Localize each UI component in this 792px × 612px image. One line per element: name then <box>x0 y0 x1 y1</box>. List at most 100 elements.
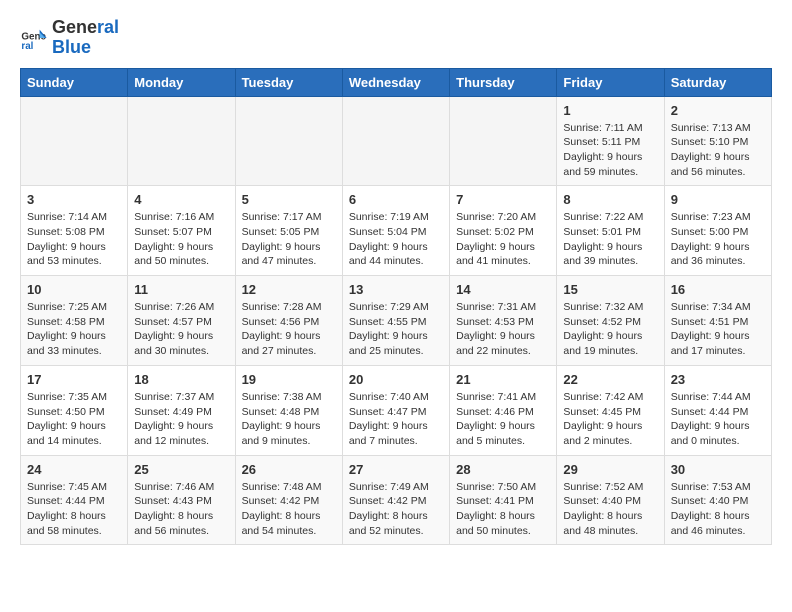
calendar-table: SundayMondayTuesdayWednesdayThursdayFrid… <box>20 68 772 546</box>
day-number: 22 <box>563 372 657 387</box>
day-info: Sunrise: 7:23 AM Sunset: 5:00 PM Dayligh… <box>671 210 765 269</box>
calendar-cell: 15Sunrise: 7:32 AM Sunset: 4:52 PM Dayli… <box>557 276 664 366</box>
weekday-header: Saturday <box>664 68 771 96</box>
calendar-week-row: 24 Sunrise: 7:45 AM Sunset: 4:44 PM Dayli… <box>21 455 772 545</box>
day-info: Sunrise: 7:42 AM Sunset: 4:45 PM Dayligh… <box>563 390 657 449</box>
day-info: Sunrise: 7:22 AM Sunset: 5:01 PM Dayligh… <box>563 210 657 269</box>
calendar-cell: 11 Sunrise: 7:26 AM Sunset: 4:57 PM Dayli… <box>128 276 235 366</box>
calendar-cell: 13Sunrise: 7:29 AM Sunset: 4:55 PM Dayli… <box>342 276 449 366</box>
calendar-cell: 8Sunrise: 7:22 AM Sunset: 5:01 PM Daylig… <box>557 186 664 276</box>
calendar-cell: 7 Sunrise: 7:20 AM Sunset: 5:02 PM Daylig… <box>450 186 557 276</box>
day-info: Sunrise: 7:34 AM Sunset: 4:51 PM Dayligh… <box>671 300 765 359</box>
day-number: 21 <box>456 372 550 387</box>
day-info: Sunrise: 7:45 AM Sunset: 4:44 PM Dayligh… <box>27 480 121 539</box>
calendar-cell: 6Sunrise: 7:19 AM Sunset: 5:04 PM Daylig… <box>342 186 449 276</box>
weekday-header: Thursday <box>450 68 557 96</box>
calendar-cell: 25 Sunrise: 7:46 AM Sunset: 4:43 PM Dayli… <box>128 455 235 545</box>
weekday-header: Monday <box>128 68 235 96</box>
day-number: 25 <box>134 462 228 477</box>
calendar-cell: 23 Sunrise: 7:44 AM Sunset: 4:44 PM Dayli… <box>664 365 771 455</box>
calendar-cell: 10 Sunrise: 7:25 AM Sunset: 4:58 PM Dayli… <box>21 276 128 366</box>
weekday-header: Friday <box>557 68 664 96</box>
day-number: 30 <box>671 462 765 477</box>
day-number: 7 <box>456 192 550 207</box>
day-info: Sunrise: 7:20 AM Sunset: 5:02 PM Dayligh… <box>456 210 550 269</box>
logo-icon: Gene ral <box>20 24 48 52</box>
day-number: 20 <box>349 372 443 387</box>
calendar-week-row: 10 Sunrise: 7:25 AM Sunset: 4:58 PM Dayli… <box>21 276 772 366</box>
svg-text:ral: ral <box>21 41 33 52</box>
calendar-cell: 12 Sunrise: 7:28 AM Sunset: 4:56 PM Dayli… <box>235 276 342 366</box>
day-info: Sunrise: 7:44 AM Sunset: 4:44 PM Dayligh… <box>671 390 765 449</box>
day-number: 12 <box>242 282 336 297</box>
calendar-cell: 29Sunrise: 7:52 AM Sunset: 4:40 PM Dayli… <box>557 455 664 545</box>
calendar-cell: 4Sunrise: 7:16 AM Sunset: 5:07 PM Daylig… <box>128 186 235 276</box>
calendar-cell: 28Sunrise: 7:50 AM Sunset: 4:41 PM Dayli… <box>450 455 557 545</box>
day-info: Sunrise: 7:14 AM Sunset: 5:08 PM Dayligh… <box>27 210 121 269</box>
calendar-cell: 3Sunrise: 7:14 AM Sunset: 5:08 PM Daylig… <box>21 186 128 276</box>
calendar-cell: 17 Sunrise: 7:35 AM Sunset: 4:50 PM Dayli… <box>21 365 128 455</box>
day-number: 23 <box>671 372 765 387</box>
day-number: 24 <box>27 462 121 477</box>
weekday-row: SundayMondayTuesdayWednesdayThursdayFrid… <box>21 68 772 96</box>
calendar-cell: 2Sunrise: 7:13 AM Sunset: 5:10 PM Daylig… <box>664 96 771 186</box>
day-info: Sunrise: 7:53 AM Sunset: 4:40 PM Dayligh… <box>671 480 765 539</box>
calendar-cell <box>235 96 342 186</box>
day-number: 11 <box>134 282 228 297</box>
day-number: 5 <box>242 192 336 207</box>
calendar-cell: 30 Sunrise: 7:53 AM Sunset: 4:40 PM Dayli… <box>664 455 771 545</box>
day-info: Sunrise: 7:29 AM Sunset: 4:55 PM Dayligh… <box>349 300 443 359</box>
calendar-cell: 21 Sunrise: 7:41 AM Sunset: 4:46 PM Dayli… <box>450 365 557 455</box>
day-info: Sunrise: 7:49 AM Sunset: 4:42 PM Dayligh… <box>349 480 443 539</box>
day-number: 17 <box>27 372 121 387</box>
weekday-header: Tuesday <box>235 68 342 96</box>
calendar-cell: 16 Sunrise: 7:34 AM Sunset: 4:51 PM Dayli… <box>664 276 771 366</box>
page-header: Gene ral GeneralBlue <box>0 0 792 68</box>
day-number: 18 <box>134 372 228 387</box>
day-number: 16 <box>671 282 765 297</box>
day-info: Sunrise: 7:46 AM Sunset: 4:43 PM Dayligh… <box>134 480 228 539</box>
day-info: Sunrise: 7:28 AM Sunset: 4:56 PM Dayligh… <box>242 300 336 359</box>
day-info: Sunrise: 7:31 AM Sunset: 4:53 PM Dayligh… <box>456 300 550 359</box>
calendar-cell: 22 Sunrise: 7:42 AM Sunset: 4:45 PM Dayli… <box>557 365 664 455</box>
calendar-header: SundayMondayTuesdayWednesdayThursdayFrid… <box>21 68 772 96</box>
day-info: Sunrise: 7:35 AM Sunset: 4:50 PM Dayligh… <box>27 390 121 449</box>
calendar-cell: 9Sunrise: 7:23 AM Sunset: 5:00 PM Daylig… <box>664 186 771 276</box>
calendar-cell: 24 Sunrise: 7:45 AM Sunset: 4:44 PM Dayli… <box>21 455 128 545</box>
day-info: Sunrise: 7:52 AM Sunset: 4:40 PM Dayligh… <box>563 480 657 539</box>
calendar-cell: 14 Sunrise: 7:31 AM Sunset: 4:53 PM Dayli… <box>450 276 557 366</box>
day-info: Sunrise: 7:48 AM Sunset: 4:42 PM Dayligh… <box>242 480 336 539</box>
day-number: 14 <box>456 282 550 297</box>
day-number: 10 <box>27 282 121 297</box>
calendar-cell: 1 Sunrise: 7:11 AM Sunset: 5:11 PM Daylig… <box>557 96 664 186</box>
day-info: Sunrise: 7:25 AM Sunset: 4:58 PM Dayligh… <box>27 300 121 359</box>
day-info: Sunrise: 7:19 AM Sunset: 5:04 PM Dayligh… <box>349 210 443 269</box>
day-info: Sunrise: 7:41 AM Sunset: 4:46 PM Dayligh… <box>456 390 550 449</box>
day-info: Sunrise: 7:11 AM Sunset: 5:11 PM Dayligh… <box>563 121 657 180</box>
day-info: Sunrise: 7:26 AM Sunset: 4:57 PM Dayligh… <box>134 300 228 359</box>
day-number: 19 <box>242 372 336 387</box>
day-number: 26 <box>242 462 336 477</box>
weekday-header: Sunday <box>21 68 128 96</box>
calendar-cell: 19 Sunrise: 7:38 AM Sunset: 4:48 PM Dayli… <box>235 365 342 455</box>
logo-text: GeneralBlue <box>52 18 119 58</box>
calendar-cell: 26 Sunrise: 7:48 AM Sunset: 4:42 PM Dayli… <box>235 455 342 545</box>
day-number: 1 <box>563 103 657 118</box>
day-info: Sunrise: 7:50 AM Sunset: 4:41 PM Dayligh… <box>456 480 550 539</box>
calendar-cell: 27 Sunrise: 7:49 AM Sunset: 4:42 PM Dayli… <box>342 455 449 545</box>
day-info: Sunrise: 7:38 AM Sunset: 4:48 PM Dayligh… <box>242 390 336 449</box>
calendar-cell: 18 Sunrise: 7:37 AM Sunset: 4:49 PM Dayli… <box>128 365 235 455</box>
calendar-cell: 20 Sunrise: 7:40 AM Sunset: 4:47 PM Dayli… <box>342 365 449 455</box>
calendar-wrap: SundayMondayTuesdayWednesdayThursdayFrid… <box>0 68 792 556</box>
day-number: 2 <box>671 103 765 118</box>
calendar-week-row: 3Sunrise: 7:14 AM Sunset: 5:08 PM Daylig… <box>21 186 772 276</box>
calendar-week-row: 17 Sunrise: 7:35 AM Sunset: 4:50 PM Dayli… <box>21 365 772 455</box>
day-info: Sunrise: 7:17 AM Sunset: 5:05 PM Dayligh… <box>242 210 336 269</box>
day-number: 27 <box>349 462 443 477</box>
calendar-cell <box>342 96 449 186</box>
day-info: Sunrise: 7:16 AM Sunset: 5:07 PM Dayligh… <box>134 210 228 269</box>
day-info: Sunrise: 7:37 AM Sunset: 4:49 PM Dayligh… <box>134 390 228 449</box>
day-info: Sunrise: 7:32 AM Sunset: 4:52 PM Dayligh… <box>563 300 657 359</box>
day-info: Sunrise: 7:40 AM Sunset: 4:47 PM Dayligh… <box>349 390 443 449</box>
weekday-header: Wednesday <box>342 68 449 96</box>
